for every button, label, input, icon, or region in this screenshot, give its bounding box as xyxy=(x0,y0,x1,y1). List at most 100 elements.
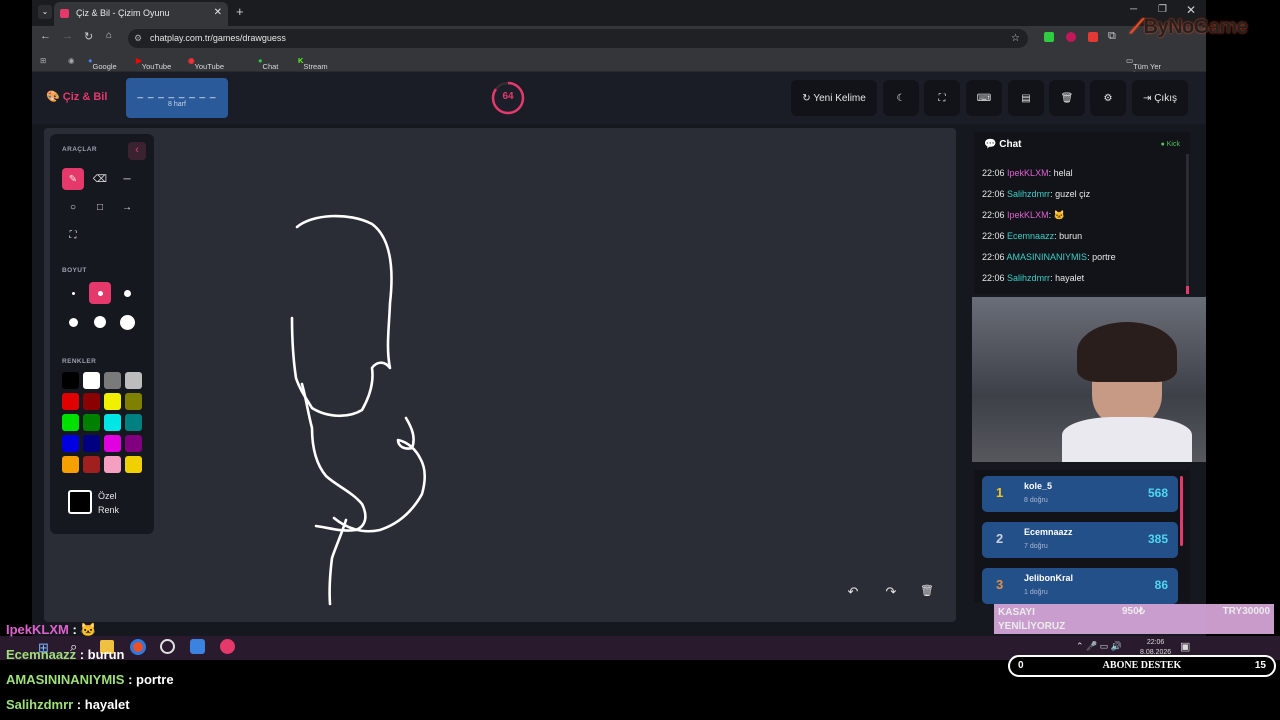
notification-icon[interactable]: ▣ xyxy=(1180,640,1190,653)
settings-button[interactable]: ⚙ xyxy=(1090,80,1126,116)
banner-text: KASAYI YENİLİYORUZ xyxy=(998,607,1066,632)
bookmark-kick[interactable]: K Stream - Kick Dashb... xyxy=(298,56,331,89)
player-score: 86 xyxy=(1154,578,1168,592)
word-hint-box: _ _ _ _ _ _ _ _ 8 harf xyxy=(126,78,228,118)
trash-icon: 🗑 xyxy=(1060,92,1074,104)
custom-color-label[interactable]: Özel Renk xyxy=(98,489,119,517)
archive-button[interactable]: ▤ xyxy=(1008,80,1044,116)
bookmark-youtube-music[interactable]: ◉ YouTube Music xyxy=(188,56,224,80)
size-xxl[interactable] xyxy=(116,311,138,333)
extension-icon[interactable] xyxy=(1066,32,1076,42)
arrow-tool[interactable]: → xyxy=(116,196,138,218)
size-l[interactable] xyxy=(62,311,84,333)
globe-icon[interactable]: ◉ xyxy=(68,56,75,65)
color-swatch[interactable] xyxy=(104,372,121,389)
forward-icon[interactable]: → xyxy=(62,30,73,42)
exit-button[interactable]: ⇥ Çıkış xyxy=(1132,80,1188,116)
minimize-icon[interactable]: ─ xyxy=(1130,4,1137,15)
browser-tab[interactable]: Çiz & Bil - Çizim Oyunu ✕ xyxy=(54,2,228,26)
bookmark-google[interactable]: ● Google xyxy=(88,56,117,71)
color-swatch[interactable] xyxy=(83,414,100,431)
app-logo[interactable]: 🎨 Çiz & Bil xyxy=(46,90,107,103)
color-swatch[interactable] xyxy=(125,435,142,452)
redo-icon[interactable]: ↷ xyxy=(880,584,902,606)
color-swatch[interactable] xyxy=(125,414,142,431)
clear-canvas-icon[interactable]: 🗑 xyxy=(916,584,938,606)
close-tab-icon[interactable]: ✕ xyxy=(214,2,222,24)
chat-scrollbar[interactable] xyxy=(1186,154,1189,294)
extension-red-icon[interactable] xyxy=(1088,32,1098,42)
undo-icon[interactable]: ↶ xyxy=(842,584,864,606)
exit-icon: ⇥ xyxy=(1143,92,1155,104)
fullscreen-button[interactable]: ⛶ xyxy=(924,80,960,116)
color-swatch[interactable] xyxy=(104,393,121,410)
size-xl[interactable] xyxy=(89,311,111,333)
color-swatch[interactable] xyxy=(62,414,79,431)
circle-tool[interactable]: ○ xyxy=(62,196,84,218)
color-swatch[interactable] xyxy=(83,372,100,389)
color-swatch[interactable] xyxy=(125,456,142,473)
leaderboard-scrollbar[interactable] xyxy=(1180,476,1183,546)
leaderboard-row[interactable]: 3 JelibonKral 1 doğru 86 xyxy=(982,568,1178,604)
site-info-icon[interactable]: ⚙ xyxy=(134,29,142,48)
archive-icon: ▤ xyxy=(1021,92,1031,104)
color-swatch[interactable] xyxy=(104,456,121,473)
color-swatch[interactable] xyxy=(83,435,100,452)
chrome-icon[interactable] xyxy=(130,639,146,655)
brush-tool[interactable]: ✎ xyxy=(62,168,84,190)
color-swatch[interactable] xyxy=(125,372,142,389)
leaderboard-row[interactable]: 2 Ecemnaazz 7 doğru 385 xyxy=(982,522,1178,558)
system-tray-icons[interactable]: ⌃ 🎤 ▭ 🔊 xyxy=(1076,641,1122,652)
donation-banner: KASAYI YENİLİYORUZ 950₺ TRY30000 xyxy=(994,604,1274,634)
color-swatch[interactable] xyxy=(62,456,79,473)
reload-icon[interactable]: ↻ xyxy=(84,30,93,43)
collapse-panel-icon[interactable]: ‹ xyxy=(128,142,146,160)
bookmark-star-icon[interactable]: ☆ xyxy=(1011,29,1020,48)
chrome-profile-icon[interactable] xyxy=(220,639,235,654)
all-bookmarks[interactable]: ▭ Tüm Yer İşaretleri xyxy=(1126,56,1162,80)
keyboard-button[interactable]: ⌨ xyxy=(966,80,1002,116)
timer-value: 64 xyxy=(502,91,514,102)
color-swatch[interactable] xyxy=(104,435,121,452)
obs-icon[interactable] xyxy=(160,639,175,654)
color-swatch[interactable] xyxy=(83,393,100,410)
extensions-puzzle-icon[interactable]: ⧉ xyxy=(1108,30,1116,43)
webcam-overlay xyxy=(972,297,1206,462)
apps-icon[interactable]: ⊞ xyxy=(40,56,46,65)
color-swatch[interactable] xyxy=(104,414,121,431)
bookmark-chat[interactable]: ● Chat xyxy=(258,56,278,71)
new-tab-icon[interactable]: + xyxy=(236,4,244,19)
size-s[interactable] xyxy=(89,282,111,304)
size-xs[interactable] xyxy=(62,282,84,304)
new-word-button[interactable]: ↻ Yeni Kelime xyxy=(791,80,877,116)
color-swatch[interactable] xyxy=(62,435,79,452)
extension-kick-icon[interactable] xyxy=(1044,32,1054,42)
custom-color-swatch[interactable] xyxy=(68,490,92,514)
app-icon[interactable] xyxy=(190,639,205,654)
gear-icon: ⚙ xyxy=(1103,92,1113,104)
color-swatch[interactable] xyxy=(62,372,79,389)
color-swatch[interactable] xyxy=(62,393,79,410)
bookmark-youtube[interactable]: ▶ YouTube xyxy=(136,56,171,71)
url-input[interactable]: ⚙ chatplay.com.tr/games/drawguess ☆ xyxy=(128,29,1028,48)
delete-button[interactable]: 🗑 xyxy=(1049,80,1085,116)
home-icon[interactable]: ⌂ xyxy=(106,30,112,41)
back-icon[interactable]: ← xyxy=(40,30,51,42)
theme-button[interactable]: ☾ xyxy=(883,80,919,116)
fill-tool[interactable]: ⛶ xyxy=(62,224,84,246)
line-tool[interactable]: ─ xyxy=(116,168,138,190)
size-m[interactable] xyxy=(116,282,138,304)
timer: 64 xyxy=(490,80,526,116)
moon-icon: ☾ xyxy=(896,92,906,104)
word-mask: _ _ _ _ _ _ _ _ xyxy=(137,88,217,99)
drawing-canvas[interactable]: ↶ ↷ 🗑 xyxy=(44,128,956,622)
rectangle-tool[interactable]: □ xyxy=(89,196,111,218)
leaderboard-row[interactable]: 1 kole_5 8 doğru 568 xyxy=(982,476,1178,512)
window-close-icon[interactable]: ✕ xyxy=(1186,3,1196,17)
eraser-tool[interactable]: ⌫ xyxy=(89,168,111,190)
game-app: 🎨 Çiz & Bil _ _ _ _ _ _ _ _ 8 harf 64 ↻ … xyxy=(32,72,1206,660)
tab-search-icon[interactable]: ⌄ xyxy=(38,5,52,19)
color-swatch[interactable] xyxy=(125,393,142,410)
color-swatch[interactable] xyxy=(83,456,100,473)
restore-icon[interactable]: ❐ xyxy=(1158,4,1167,15)
